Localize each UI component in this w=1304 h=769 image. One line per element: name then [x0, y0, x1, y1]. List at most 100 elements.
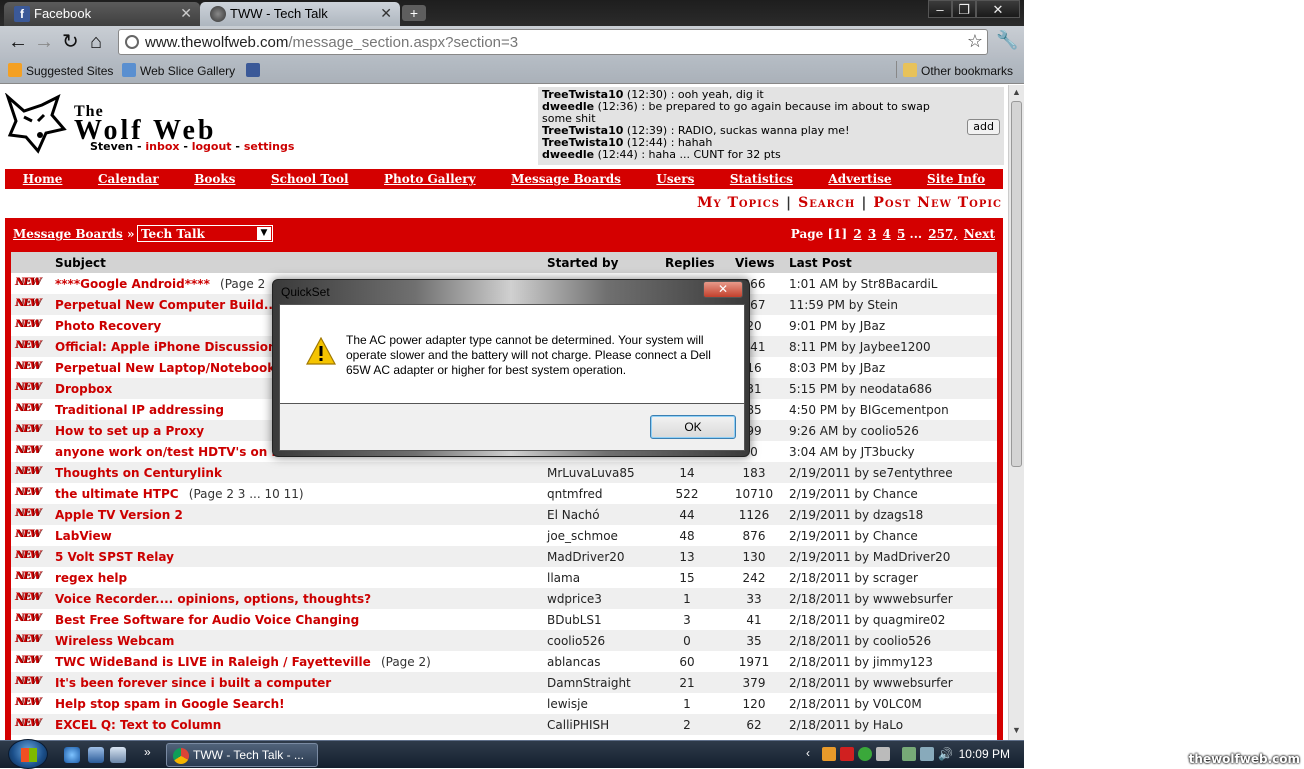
table-row[interactable]: NEW 5 Volt SPST Relay MadDriver20 13 130 2/19…: [11, 546, 997, 567]
topic-last-post[interactable]: 3:04 AM by JT3bucky: [789, 445, 915, 459]
network-icon[interactable]: [920, 747, 934, 761]
show-desktop-icon[interactable]: [88, 747, 104, 763]
topic-last-post[interactable]: 2/18/2011 by jimmy123: [789, 655, 933, 669]
settings-link[interactable]: settings: [244, 140, 295, 153]
scroll-thumb[interactable]: [1011, 101, 1022, 467]
topic-last-post[interactable]: 2/19/2011 by se7entythree: [789, 466, 953, 480]
col-replies[interactable]: Replies: [665, 256, 714, 270]
table-row[interactable]: NEW It's been forever since i built a com…: [11, 672, 997, 693]
topic-link[interactable]: ****Google Android****: [55, 277, 210, 291]
topic-last-post[interactable]: 2/19/2011 by MadDriver20: [789, 550, 950, 564]
tray-expand-icon[interactable]: ‹: [806, 746, 810, 760]
pager-link[interactable]: 5: [897, 227, 905, 241]
nav-photo-gallery[interactable]: Photo Gallery: [384, 172, 476, 186]
tray-app-icon[interactable]: [822, 747, 836, 761]
topic-pages[interactable]: (Page 2: [220, 277, 265, 291]
nav-users[interactable]: Users: [656, 172, 694, 186]
table-row[interactable]: NEW Help stop spam in Google Search! lewis…: [11, 693, 997, 714]
topic-starter[interactable]: wdprice3: [547, 592, 602, 606]
topic-link[interactable]: Voice Recorder.... opinions, options, th…: [55, 592, 371, 606]
pager-link[interactable]: 4: [882, 227, 890, 241]
topic-link[interactable]: Perpetual New Computer Build...: [55, 298, 278, 312]
topic-pages[interactable]: (Page 2 3 ... 10 11): [189, 487, 304, 501]
col-started-by[interactable]: Started by: [547, 256, 618, 270]
topic-link[interactable]: Dropbox: [55, 382, 112, 396]
topic-starter[interactable]: qntmfred: [547, 487, 603, 501]
nav-advertise[interactable]: Advertise: [828, 172, 891, 186]
inbox-link[interactable]: inbox: [145, 140, 179, 153]
topic-starter[interactable]: MadDriver20: [547, 550, 625, 564]
search-link[interactable]: Search: [798, 195, 855, 211]
topic-last-post[interactable]: 8:03 PM by JBaz: [789, 361, 885, 375]
table-row[interactable]: NEW Thoughts on Centurylink MrLuvaLuva85 14…: [11, 462, 997, 483]
pager-link[interactable]: 3: [868, 227, 876, 241]
reload-icon[interactable]: ↻: [62, 32, 79, 52]
close-window-button[interactable]: ✕: [976, 0, 1020, 18]
topic-last-post[interactable]: 2/18/2011 by coolio526: [789, 634, 931, 648]
topic-starter[interactable]: El Nachó: [547, 508, 600, 522]
topic-link[interactable]: It's been forever since i built a comput…: [55, 676, 331, 690]
forward-icon[interactable]: →: [34, 32, 54, 52]
topic-link[interactable]: Photo Recovery: [55, 319, 161, 333]
topic-last-post[interactable]: 5:15 PM by neodata686: [789, 382, 932, 396]
pager-link[interactable]: 257,: [928, 227, 957, 241]
quicklaunch-overflow[interactable]: »: [144, 745, 151, 759]
maximize-button[interactable]: ❐: [952, 0, 976, 18]
table-row[interactable]: NEW EXCEL Q: Text to Column CalliPHISH 2 62 2…: [11, 714, 997, 735]
topic-starter[interactable]: DamnStraight: [547, 676, 631, 690]
my-topics-link[interactable]: My Topics: [697, 195, 780, 211]
pager-link[interactable]: 2: [853, 227, 861, 241]
bookmark-facebook[interactable]: [246, 63, 264, 78]
table-row[interactable]: NEW LabView joe_schmoe 48 876 2/19/2011 by Ch…: [11, 525, 997, 546]
topic-starter[interactable]: joe_schmoe: [547, 529, 618, 543]
nav-books[interactable]: Books: [194, 172, 235, 186]
bookmark-suggested-sites[interactable]: Suggested Sites: [8, 63, 113, 78]
board-select[interactable]: Tech Talk ▼: [137, 225, 273, 242]
home-icon[interactable]: ⌂: [90, 32, 102, 52]
col-last-post[interactable]: Last Post: [789, 256, 852, 270]
topic-link[interactable]: Traditional IP addressing: [55, 403, 224, 417]
nav-home[interactable]: Home: [23, 172, 63, 186]
topic-link[interactable]: Official: Apple iPhone Discussion: [55, 340, 277, 354]
topic-last-post[interactable]: 2/18/2011 by wwwebsurfer: [789, 676, 953, 690]
minimize-button[interactable]: –: [928, 0, 952, 18]
table-row[interactable]: NEW Voice Recorder.... opinions, options,…: [11, 588, 997, 609]
taskbar-button-chrome[interactable]: TWW - Tech Talk - ...: [166, 743, 318, 767]
nav-statistics[interactable]: Statistics: [730, 172, 793, 186]
table-row[interactable]: NEW regex help llama 15 242 2/18/2011 by scra…: [11, 567, 997, 588]
topic-link[interactable]: Thoughts on Centurylink: [55, 466, 222, 480]
start-button[interactable]: [8, 739, 48, 769]
topic-starter[interactable]: BDubLS1: [547, 613, 602, 627]
topic-pages[interactable]: (Page 2): [381, 655, 431, 669]
ok-button[interactable]: OK: [650, 415, 736, 439]
topic-last-post[interactable]: 2/18/2011 by quagmire02: [789, 613, 945, 627]
topic-link[interactable]: regex help: [55, 571, 127, 585]
tray-alert-icon[interactable]: [840, 747, 854, 761]
bookmark-web-slice-gallery[interactable]: Web Slice Gallery: [122, 63, 235, 78]
vertical-scrollbar[interactable]: ▲ ▼: [1008, 85, 1024, 740]
topic-link[interactable]: Best Free Software for Audio Voice Chang…: [55, 613, 359, 627]
tray-security-icon[interactable]: [858, 747, 872, 761]
topic-link[interactable]: EXCEL Q: Text to Column: [55, 718, 221, 732]
topic-starter[interactable]: MrLuvaLuva85: [547, 466, 635, 480]
power-icon[interactable]: [902, 747, 916, 761]
table-row[interactable]: NEW Apple TV Version 2 El Nachó 44 1126 2/19/…: [11, 504, 997, 525]
tab-tww-tech-talk[interactable]: TWW - Tech Talk ✕: [200, 2, 400, 26]
topic-last-post[interactable]: 2/18/2011 by wwwebsurfer: [789, 592, 953, 606]
logout-link[interactable]: logout: [192, 140, 232, 153]
topic-last-post[interactable]: 2/19/2011 by dzags18: [789, 508, 923, 522]
dialog-close-button[interactable]: ✕: [703, 281, 743, 298]
tab-facebook[interactable]: f Facebook ✕: [4, 2, 200, 26]
table-row[interactable]: NEW the ultimate HTPC (Page 2 3 ... 10 11…: [11, 483, 997, 504]
topic-link[interactable]: Help stop spam in Google Search!: [55, 697, 285, 711]
topic-starter[interactable]: lewisje: [547, 697, 588, 711]
nav-school-tool[interactable]: School Tool: [271, 172, 349, 186]
table-row[interactable]: NEW TWC WideBand is LIVE in Raleigh / Fay…: [11, 651, 997, 672]
topic-last-post[interactable]: 2/18/2011 by scrager: [789, 571, 918, 585]
topic-link[interactable]: 5 Volt SPST Relay: [55, 550, 174, 564]
back-icon[interactable]: ←: [8, 32, 28, 52]
nav-message-boards[interactable]: Message Boards: [511, 172, 621, 186]
topic-link[interactable]: anyone work on/test HDTV's on h: [55, 445, 280, 459]
topic-starter[interactable]: CalliPHISH: [547, 718, 609, 732]
col-subject[interactable]: Subject: [55, 256, 106, 270]
